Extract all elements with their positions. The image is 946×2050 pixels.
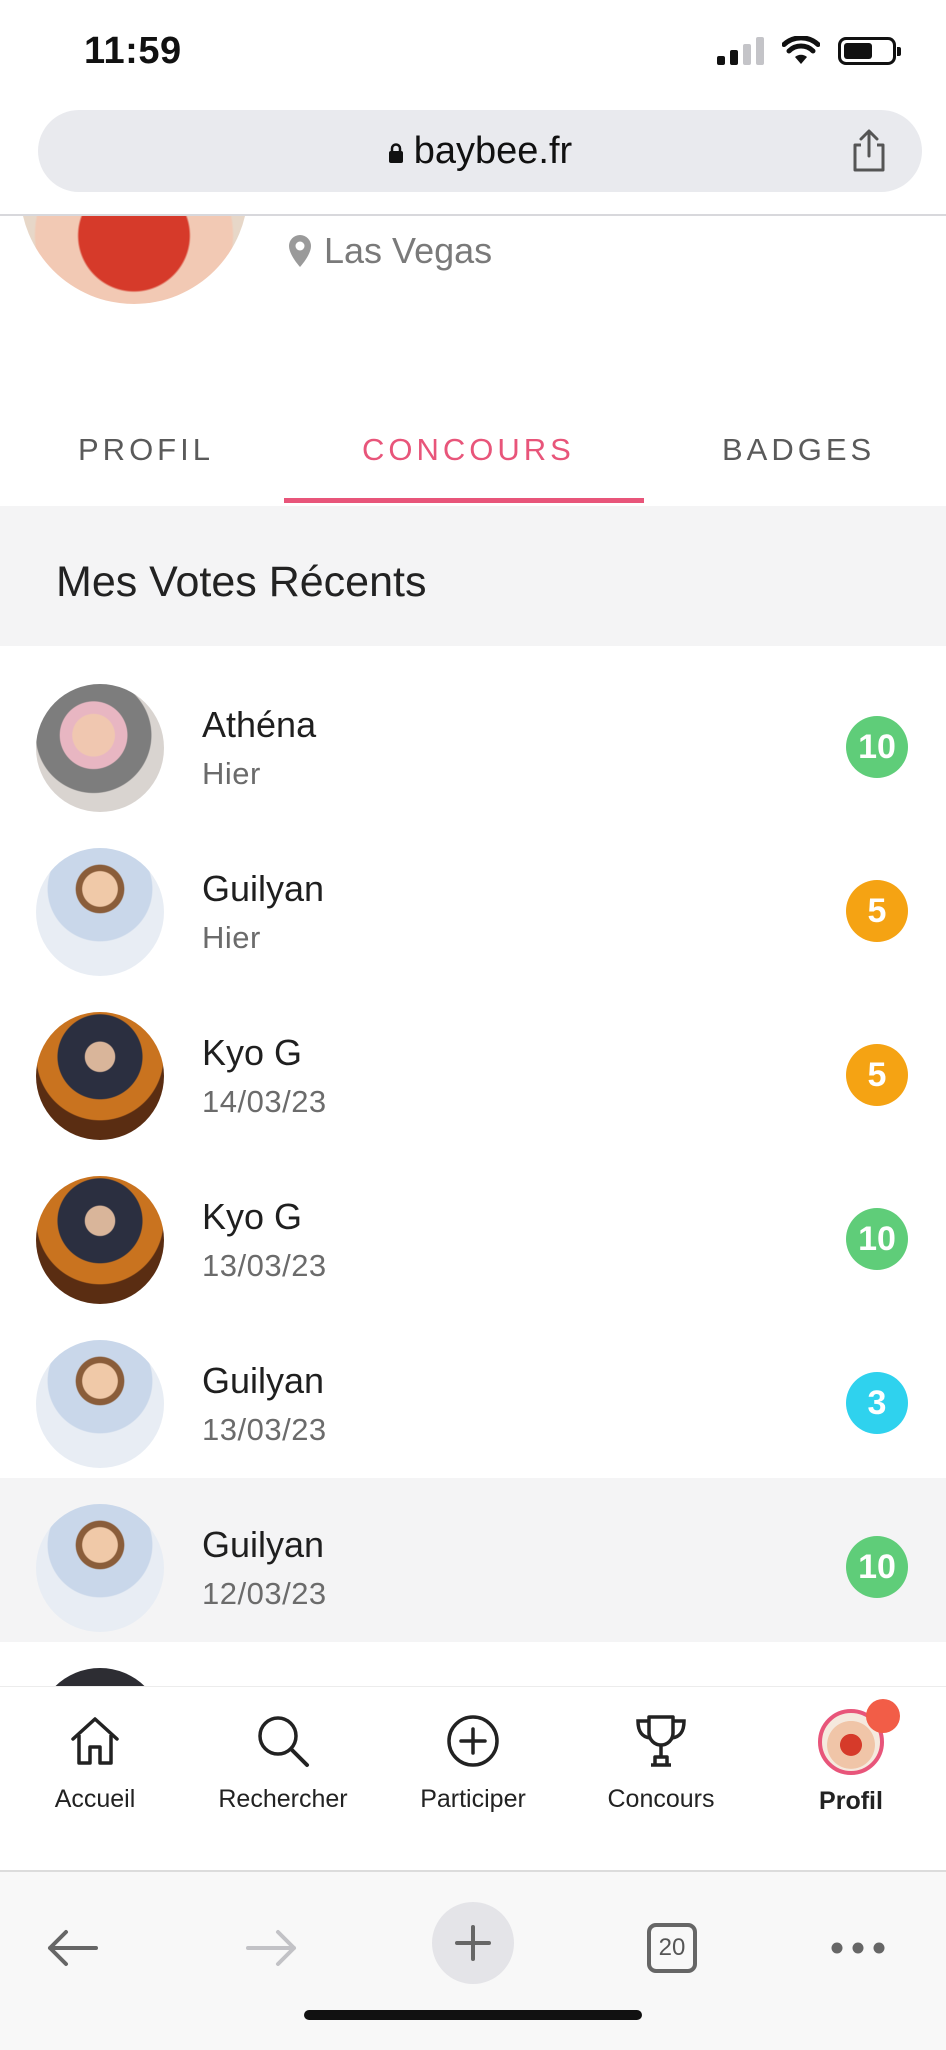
nav-label: Accueil: [54, 1785, 136, 1813]
avatar: [36, 1340, 164, 1468]
section-title: Mes Votes Récents: [56, 558, 427, 606]
avatar: [36, 1504, 164, 1632]
vote-points-badge: 10: [846, 716, 908, 778]
vote-name: Athéna: [202, 704, 317, 745]
url-display[interactable]: baybee.fr: [38, 110, 922, 192]
nav-label: Rechercher: [218, 1785, 348, 1813]
profile-tabs: PROFIL CONCOURS BADGES: [0, 396, 946, 506]
nav-concours[interactable]: Concours: [566, 1709, 756, 1814]
more-button[interactable]: [818, 1908, 898, 1988]
vote-points-badge: 5: [846, 1044, 908, 1106]
vote-date: 14/03/23: [202, 1084, 327, 1119]
new-tab-button[interactable]: [432, 1902, 514, 1984]
profile-location: Las Vegas: [288, 230, 492, 272]
trophy-icon: [636, 1715, 686, 1767]
forward-arrow-icon: [246, 1930, 296, 1966]
vote-row[interactable]: Kyo G 14/03/23 5: [0, 986, 946, 1150]
tab-profil[interactable]: PROFIL: [78, 432, 214, 468]
vote-date: Hier: [202, 756, 261, 791]
vote-date: Hier: [202, 920, 261, 955]
share-icon[interactable]: [846, 128, 892, 174]
battery-icon: [838, 37, 901, 65]
status-bar: 11:59: [0, 0, 946, 104]
section-header: Mes Votes Récents: [0, 506, 946, 646]
status-icons: [717, 34, 901, 68]
search-icon: [258, 1716, 309, 1767]
avatar: [36, 848, 164, 976]
tabs-button[interactable]: 20: [632, 1908, 712, 1988]
vote-points-badge: 10: [846, 1536, 908, 1598]
vote-name: Kyo G: [202, 1032, 303, 1073]
nav-rechercher[interactable]: Rechercher: [188, 1709, 378, 1814]
tab-concours[interactable]: CONCOURS: [362, 432, 575, 468]
nav-label: Participer: [420, 1785, 526, 1813]
vote-date: 12/03/23: [202, 1576, 327, 1611]
browser-toolbar: 20: [0, 1870, 946, 2050]
status-time: 11:59: [84, 30, 182, 72]
vote-points-badge: 5: [846, 880, 908, 942]
vote-points-badge: 10: [846, 1208, 908, 1270]
tab-count: 20: [647, 1923, 697, 1973]
nav-participer[interactable]: Participer: [378, 1709, 568, 1814]
avatar: [36, 1176, 164, 1304]
vote-name: Kyo G: [202, 1196, 303, 1237]
more-icon: [831, 1942, 885, 1954]
vote-date: 13/03/23: [202, 1248, 327, 1283]
vote-points-badge: 3: [846, 1372, 908, 1434]
vote-list: Athéna Hier 10 Guilyan Hier 5 Kyo G 14/0…: [0, 658, 946, 1806]
avatar: [818, 1699, 900, 1775]
nav-accueil[interactable]: Accueil: [0, 1709, 190, 1814]
vote-row[interactable]: Guilyan 13/03/23 3: [0, 1314, 946, 1478]
nav-label: Profil: [819, 1787, 883, 1815]
bottom-nav: Accueil Rechercher Participer Concours P…: [0, 1686, 946, 1873]
vote-row[interactable]: Kyo G 13/03/23 10: [0, 1150, 946, 1314]
avatar: [36, 684, 164, 812]
back-button[interactable]: [32, 1908, 112, 1988]
vote-date: 13/03/23: [202, 1412, 327, 1447]
plus-circle-icon: [447, 1715, 499, 1767]
back-arrow-icon: [48, 1930, 98, 1966]
vote-name: Guilyan: [202, 1524, 325, 1565]
vote-row[interactable]: Guilyan 12/03/23 10: [0, 1478, 946, 1642]
profile-header: Las Vegas: [0, 216, 946, 386]
vote-row[interactable]: Guilyan Hier 5: [0, 822, 946, 986]
vote-name: Guilyan: [202, 1360, 325, 1401]
plus-icon: [455, 1925, 491, 1961]
address-bar[interactable]: baybee.fr: [38, 110, 922, 192]
vote-name: Guilyan: [202, 868, 325, 909]
active-tab-indicator: [284, 498, 644, 503]
avatar: [36, 1012, 164, 1140]
cellular-signal-icon: [717, 37, 764, 65]
location-pin-icon: [289, 235, 311, 267]
location-text: Las Vegas: [324, 230, 493, 271]
home-indicator: [304, 2010, 642, 2020]
wifi-icon: [782, 36, 820, 64]
nav-label: Concours: [607, 1785, 715, 1813]
lock-icon: [388, 143, 403, 163]
tab-badges[interactable]: BADGES: [722, 432, 875, 468]
forward-button[interactable]: [232, 1908, 312, 1988]
notification-dot: [866, 1699, 900, 1733]
home-icon: [71, 1717, 119, 1765]
profile-avatar: [20, 216, 248, 304]
vote-row[interactable]: Athéna Hier 10: [0, 658, 946, 822]
nav-profil[interactable]: Profil: [756, 1699, 946, 1816]
url-text: baybee.fr: [413, 129, 573, 172]
